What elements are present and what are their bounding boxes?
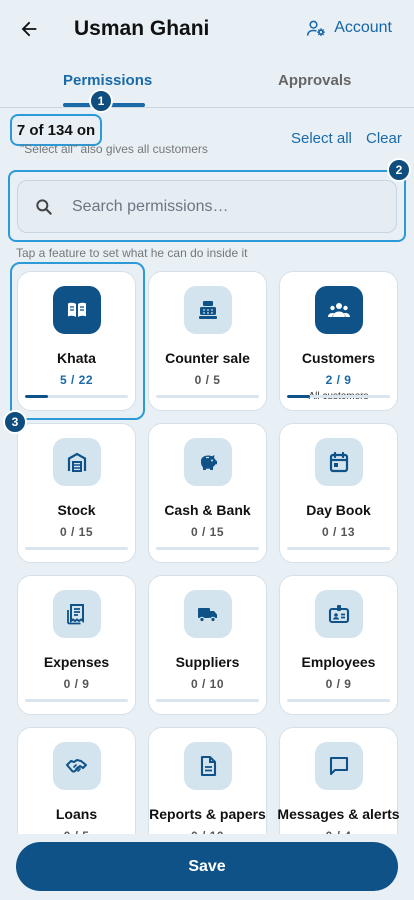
feature-label: Loans <box>55 806 98 822</box>
annotation-badge-3: 3 <box>3 410 27 434</box>
feature-count: 0 / 13 <box>321 525 356 539</box>
feature-label: Cash & Bank <box>164 502 251 518</box>
feature-card-cash-bank[interactable]: Cash & Bank 0 / 15 <box>148 423 267 563</box>
tab-permissions[interactable]: Permissions <box>63 72 152 89</box>
piggy-bank-icon <box>183 438 232 486</box>
feature-label: Stock <box>57 502 96 518</box>
cash-register-icon <box>183 286 232 334</box>
feature-label: Customers <box>301 350 376 366</box>
card-highlight-frame <box>10 262 145 420</box>
feature-count: 0 / 5 <box>194 373 221 387</box>
feature-progress <box>287 547 390 550</box>
feature-card-customers[interactable]: Customers2 / 9All customers <box>279 271 398 411</box>
back-button[interactable] <box>14 14 44 44</box>
account-button[interactable]: Account <box>306 18 392 38</box>
feature-card-expenses[interactable]: Expenses 0 / 9 <box>17 575 136 715</box>
tab-approvals[interactable]: Approvals <box>278 72 351 89</box>
feature-progress <box>156 395 259 398</box>
tab-bar: Permissions Approvals <box>0 64 414 108</box>
feature-label: Suppliers <box>175 654 240 670</box>
annotation-badge-2: 2 <box>387 158 411 182</box>
feature-count: 2 / 9 <box>325 373 352 387</box>
feature-label: Employees <box>301 654 376 670</box>
select-all-hint: "Select all" also gives all customers <box>20 142 208 156</box>
message-icon <box>314 742 363 790</box>
feature-count: 0 / 15 <box>59 525 94 539</box>
app-header: Usman Ghani Account <box>0 0 414 60</box>
warehouse-icon <box>52 438 101 486</box>
feature-progress <box>156 699 259 702</box>
feature-label: Counter sale <box>165 350 250 366</box>
search-box[interactable] <box>17 180 397 233</box>
feature-label: Expenses <box>43 654 110 670</box>
feature-card-employees[interactable]: Employees 0 / 9 <box>279 575 398 715</box>
receipt-icon <box>52 590 101 638</box>
id-badge-icon <box>314 590 363 638</box>
feature-count: 0 / 9 <box>325 677 352 691</box>
feature-progress <box>287 699 390 702</box>
feature-count: 0 / 9 <box>63 677 90 691</box>
handshake-icon <box>52 742 101 790</box>
user-settings-icon <box>307 20 325 36</box>
feature-progress <box>287 395 390 398</box>
feature-label: Reports & papers <box>149 806 266 822</box>
truck-icon <box>183 590 232 638</box>
page-title: Usman Ghani <box>74 17 210 40</box>
feature-label: Messages & alerts <box>277 806 400 822</box>
feature-count: 0 / 10 <box>190 677 225 691</box>
feature-count: 0 / 15 <box>190 525 225 539</box>
search-input[interactable] <box>72 197 352 216</box>
save-button[interactable]: Save <box>16 842 398 891</box>
account-label: Account <box>334 19 392 36</box>
feature-progress <box>25 547 128 550</box>
feature-progress <box>156 547 259 550</box>
feature-label: Day Book <box>306 502 371 518</box>
feature-progress-fill <box>287 395 310 398</box>
feature-card-stock[interactable]: Stock 0 / 15 <box>17 423 136 563</box>
grid-hint: Tap a feature to set what he can do insi… <box>16 246 248 260</box>
feature-card-day-book[interactable]: Day Book 0 / 13 <box>279 423 398 563</box>
feature-card-counter-sale[interactable]: Counter sale 0 / 5 <box>148 271 267 411</box>
clear-button[interactable]: Clear <box>366 130 402 147</box>
feature-card-suppliers[interactable]: Suppliers 0 / 10 <box>148 575 267 715</box>
calendar-icon <box>314 438 363 486</box>
search-icon <box>36 198 52 215</box>
annotation-badge-1: 1 <box>89 89 113 113</box>
feature-progress <box>25 699 128 702</box>
document-icon <box>183 742 232 790</box>
select-all-button[interactable]: Select all <box>291 130 352 147</box>
group-icon <box>314 286 363 334</box>
arrow-left-icon <box>21 21 37 37</box>
